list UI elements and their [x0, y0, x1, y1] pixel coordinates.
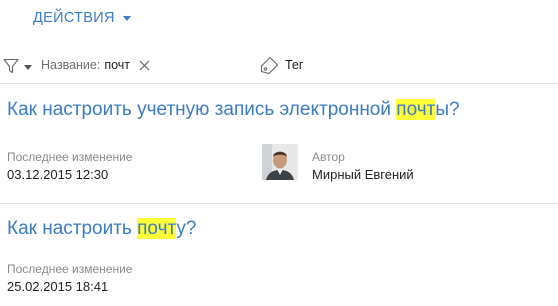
avatar: [262, 144, 298, 180]
modified-label: Последнее изменение: [7, 262, 133, 276]
filter-dropdown-icon[interactable]: [24, 65, 32, 70]
filter-chip-value: почт: [104, 58, 131, 72]
search-highlight: почт: [137, 218, 177, 239]
modified-value: 25.02.2015 18:41: [7, 279, 109, 294]
tag-icon: [260, 56, 279, 74]
title-text-end: ы?: [435, 99, 460, 120]
modified-label: Последнее изменение: [7, 150, 133, 164]
actions-menu-button[interactable]: ДЕЙСТВИЯ: [33, 10, 131, 26]
filter-bar: Название: почт Тег: [0, 46, 558, 84]
chevron-down-icon: [122, 16, 131, 21]
author-label: Автор: [312, 150, 345, 164]
title-text: Как настроить: [7, 218, 138, 239]
list-item: Как настроить учетную запись электронной…: [0, 92, 558, 204]
list-item: Как настроить почту? Последнее изменение…: [0, 211, 558, 306]
close-icon[interactable]: [138, 59, 151, 72]
article-title-link[interactable]: Как настроить учетную запись электронной…: [7, 99, 460, 121]
modified-value: 03.12.2015 12:30: [7, 167, 109, 182]
author-info: Автор Мирный Евгений: [262, 144, 414, 182]
title-text-end: у?: [176, 218, 197, 239]
tag-filter-button[interactable]: Тег: [259, 56, 303, 74]
author-name: Мирный Евгений: [312, 167, 414, 182]
filter-chip-name: Название: почт: [41, 58, 151, 72]
title-text: Как настроить учетную запись электронной: [7, 99, 397, 120]
article-title-link[interactable]: Как настроить почту?: [7, 218, 196, 240]
search-highlight: почт: [396, 99, 436, 120]
filter-icon[interactable]: [3, 58, 19, 74]
filter-chip-label: Название:: [41, 58, 101, 72]
modified-info: Последнее изменение 03.12.2015 12:30: [7, 150, 132, 182]
actions-label: ДЕЙСТВИЯ: [33, 10, 115, 26]
tag-label: Тег: [285, 58, 304, 72]
modified-info: Последнее изменение 25.02.2015 18:41: [7, 262, 132, 294]
